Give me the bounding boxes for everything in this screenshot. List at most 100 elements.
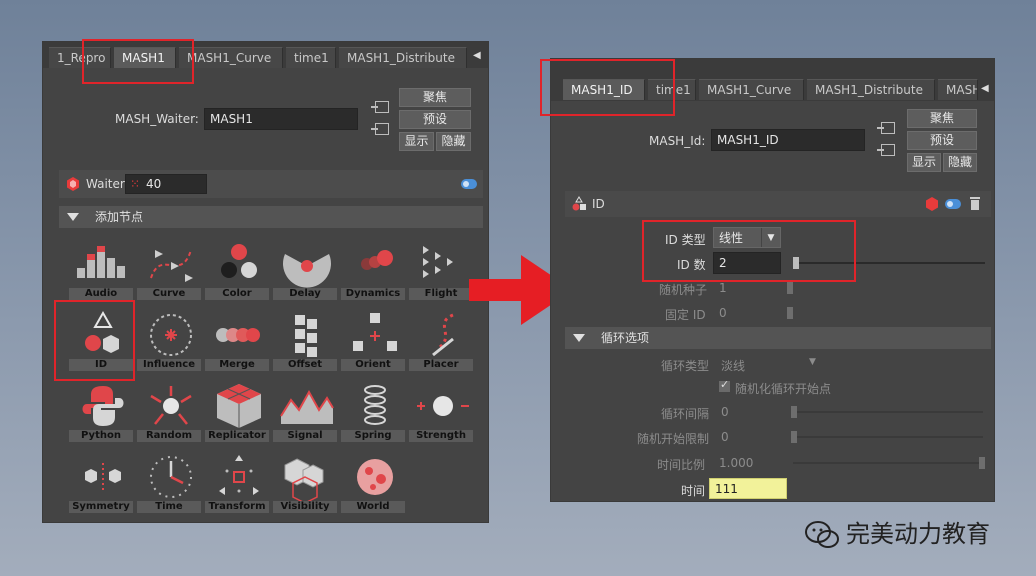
loop-interval-label: 循环间隔 <box>661 407 710 421</box>
loop-interval-slider-track <box>793 411 983 413</box>
node-label: Delay <box>273 288 337 300</box>
node-symmetry[interactable]: Symmetry <box>69 447 137 513</box>
spring-icon <box>364 385 386 425</box>
trash-icon[interactable] <box>969 196 981 210</box>
random-icon <box>150 386 192 425</box>
select-output-icon[interactable] <box>371 123 389 135</box>
wechat-icon <box>805 521 839 548</box>
loop-options-section[interactable]: 循环选项 <box>565 327 991 349</box>
node-dynamics[interactable]: Dynamics <box>341 234 409 300</box>
random-start-limit-label: 随机开始限制 <box>637 432 710 446</box>
show-button[interactable]: 显示 <box>907 153 941 172</box>
time-scale-slider-track <box>793 462 983 464</box>
highlight-mash1-tab <box>82 39 194 84</box>
random-seed-slider-handle <box>787 282 793 294</box>
node-offset[interactable]: Offset <box>273 305 341 371</box>
merge-icon <box>216 328 260 342</box>
node-label: Color <box>205 288 269 300</box>
focus-button[interactable]: 聚焦 <box>399 88 471 107</box>
points-icon: ⁙ <box>130 177 141 191</box>
random-seed-value: 1 <box>719 281 727 295</box>
node-color[interactable]: Color <box>205 234 273 300</box>
loop-interval-slider-handle <box>791 406 797 418</box>
node-label: Symmetry <box>69 501 133 513</box>
mash-hex-icon[interactable] <box>925 197 939 211</box>
randomize-loop-checkbox[interactable]: ✓ <box>719 378 730 392</box>
node-curve[interactable]: Curve <box>137 234 205 300</box>
preset-button[interactable]: 预设 <box>399 110 471 129</box>
python-icon <box>82 386 124 426</box>
hide-button[interactable]: 隐藏 <box>943 153 977 172</box>
tab-mash[interactable]: MASH <box>938 79 978 100</box>
highlight-id-settings <box>642 220 856 282</box>
loop-type-value: 淡线 <box>721 359 746 373</box>
node-placer[interactable]: Placer <box>409 305 477 371</box>
flight-icon <box>423 246 453 278</box>
influence-icon <box>150 314 192 356</box>
show-button[interactable]: 显示 <box>399 132 434 151</box>
toggle-icon[interactable] <box>461 179 477 189</box>
node-label: Strength <box>409 430 473 442</box>
toggle-icon[interactable] <box>945 199 961 209</box>
time-icon <box>150 456 192 498</box>
random-start-limit-slider-handle <box>791 431 797 443</box>
audio-icon <box>77 246 125 278</box>
loop-interval-value: 0 <box>721 405 729 419</box>
select-output-icon[interactable] <box>877 144 895 156</box>
random-seed-label: 随机种子 <box>659 283 708 297</box>
transform-icon <box>219 455 259 495</box>
node-time[interactable]: Time <box>137 447 205 513</box>
loop-options-title: 循环选项 <box>601 331 650 345</box>
waiter-header: Waiter ⁙ 40 <box>59 170 483 198</box>
node-spring[interactable]: Spring <box>341 376 409 442</box>
hide-button[interactable]: 隐藏 <box>436 132 471 151</box>
tab-mash1-curve[interactable]: MASH1_Curve <box>179 47 283 68</box>
node-world[interactable]: World <box>341 447 409 513</box>
node-visibility[interactable]: Visibility <box>273 447 341 513</box>
focus-button[interactable]: 聚焦 <box>907 109 977 128</box>
waiter-point-count-field[interactable]: ⁙ 40 <box>125 174 207 194</box>
node-label: Signal <box>273 430 337 442</box>
node-name-label: MASH_Id: <box>649 134 706 148</box>
node-name-field[interactable]: MASH1_ID <box>711 129 865 151</box>
fixed-id-slider-handle <box>787 307 793 319</box>
tab-time1[interactable]: time1 <box>286 47 336 68</box>
select-input-icon[interactable] <box>371 101 389 113</box>
node-replicator[interactable]: Replicator <box>205 376 273 442</box>
preset-button[interactable]: 预设 <box>907 131 977 150</box>
node-name-field[interactable]: MASH1 <box>204 108 358 130</box>
node-label: Python <box>69 430 133 442</box>
node-orient[interactable]: Orient <box>341 305 409 371</box>
node-random[interactable]: Random <box>137 376 205 442</box>
node-python[interactable]: Python <box>69 376 137 442</box>
delay-icon <box>283 254 331 288</box>
tab-scroll-left-icon[interactable]: ◀ <box>473 50 481 61</box>
dynamics-icon <box>361 250 393 270</box>
highlight-id-node <box>54 300 135 381</box>
node-audio[interactable]: Audio <box>69 234 137 300</box>
add-node-title: 添加节点 <box>95 210 144 224</box>
add-node-section[interactable]: 添加节点 <box>59 206 483 228</box>
tab-mash1-distribute[interactable]: MASH1_Distribute <box>807 79 935 100</box>
symmetry-icon <box>85 463 121 491</box>
tab-mash1-distribute[interactable]: MASH1_Distribute <box>339 47 467 68</box>
node-label: Random <box>137 430 201 442</box>
node-transform[interactable]: Transform <box>205 447 273 513</box>
select-input-icon[interactable] <box>877 122 895 134</box>
node-influence[interactable]: Influence <box>137 305 205 371</box>
color-icon <box>221 244 257 278</box>
node-merge[interactable]: Merge <box>205 305 273 371</box>
world-icon <box>357 459 393 495</box>
tab-mash1-curve[interactable]: MASH1_Curve <box>699 79 804 100</box>
id-section-label: ID <box>592 197 605 211</box>
strength-icon <box>417 396 469 416</box>
node-strength[interactable]: Strength <box>409 376 477 442</box>
id-header: ID <box>565 191 991 217</box>
tab-scroll-left-icon[interactable]: ◀ <box>981 83 989 94</box>
node-signal[interactable]: Signal <box>273 376 341 442</box>
node-flight[interactable]: Flight <box>409 234 477 300</box>
node-label: Flight <box>409 288 473 300</box>
time-field[interactable]: 111 <box>709 478 787 499</box>
node-delay[interactable]: Delay <box>273 234 341 300</box>
checkmark-icon: ✓ <box>720 378 730 391</box>
